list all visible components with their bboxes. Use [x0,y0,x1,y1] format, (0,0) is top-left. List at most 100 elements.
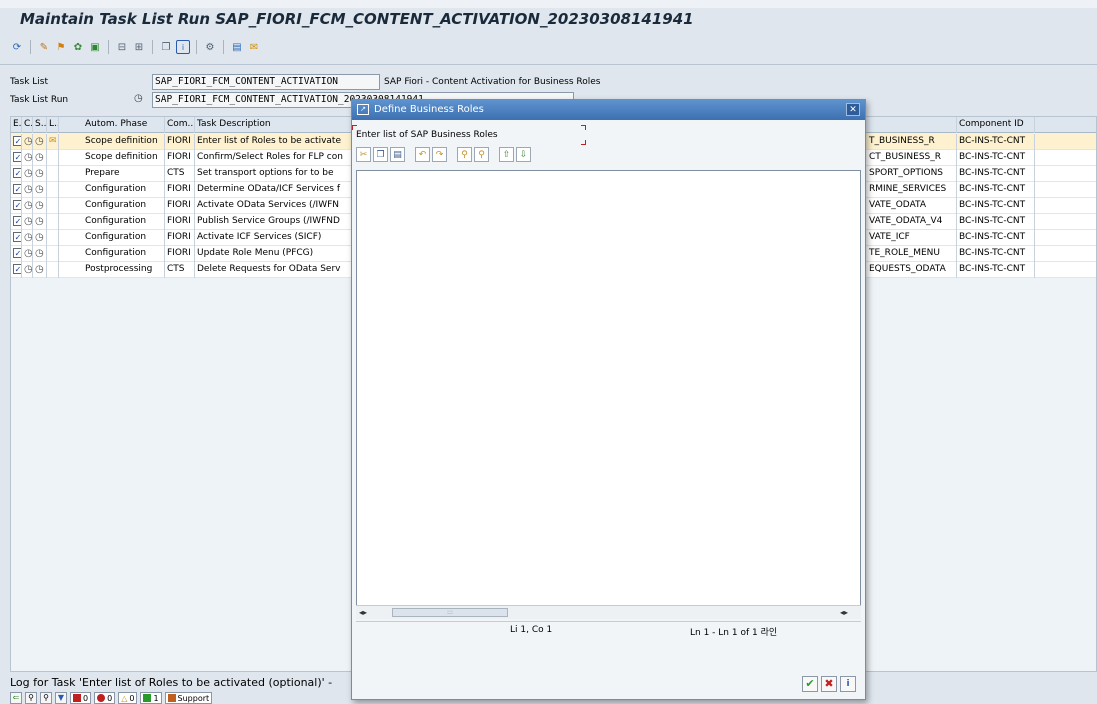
log-icon[interactable]: ✉ [247,40,261,54]
row-technical-name: VATE_ODATA [867,198,957,214]
info-button[interactable]: i [840,676,856,692]
row-description[interactable]: Determine OData/ICF Services f [195,182,353,198]
row-checkbox[interactable]: ✓ [11,150,22,166]
checkbox-checked-icon: ✓ [13,200,22,210]
find-icon[interactable]: ⚲ [457,147,472,162]
row-checkbox[interactable]: ✓ [11,134,22,150]
warning-count: 0 [129,693,135,703]
col-header-desc[interactable]: Task Description [195,117,353,133]
error-count: 0 [83,693,89,703]
col-header-component-id[interactable]: Component ID [957,117,1035,133]
row-description[interactable]: Confirm/Select Roles for FLP con [195,150,353,166]
row-description[interactable]: Activate ICF Services (SICF) [195,230,353,246]
horizontal-scrollbar[interactable]: ◂▸ ::: ◂▸ [356,605,861,619]
row-checkbox[interactable]: ✓ [11,182,22,198]
checkbox-checked-icon: ✓ [13,264,22,274]
row-component: FIORI [165,246,195,262]
close-icon[interactable]: ✕ [846,103,860,116]
clock-icon: ◷ [24,248,33,259]
col-header-comp[interactable]: Com... [165,117,195,133]
row-component-id: BC-INS-TC-CNT [957,230,1035,246]
row-log[interactable] [47,198,59,214]
roles-text-editor[interactable] [356,170,861,618]
col-header-tech [867,117,957,133]
row-phase: Configuration [83,214,165,230]
export-icon[interactable]: ⊟ [115,40,129,54]
dialog-title-bar[interactable]: ↗ Define Business Roles [352,100,865,120]
tools-icon[interactable]: ✿ [71,40,85,54]
row-log[interactable] [47,150,59,166]
stop-count: 0 [107,693,113,703]
row-log[interactable] [47,182,59,198]
row-phase: Configuration [83,230,165,246]
info-icon[interactable]: i [176,40,190,54]
refresh-icon[interactable]: ⟳ [10,40,24,54]
row-checkbox[interactable]: ✓ [11,214,22,230]
row-description[interactable]: Enter list of Roles to be activate [195,134,353,150]
row-checkbox[interactable]: ✓ [11,262,22,278]
row-log[interactable] [47,230,59,246]
row-description[interactable]: Set transport options for to be [195,166,353,182]
row-log[interactable] [47,166,59,182]
row-description[interactable]: Update Role Menu (PFCG) [195,246,353,262]
row-log[interactable] [47,262,59,278]
cancel-button[interactable]: ✖ [821,676,837,692]
find-next-icon[interactable]: ⚲ [474,147,489,162]
row-log[interactable]: ✉ [47,134,59,150]
row-description[interactable]: Activate OData Services (/IWFN [195,198,353,214]
toolbar-separator [152,40,153,54]
row-component-id: BC-INS-TC-CNT [957,134,1035,150]
scrollbar-thumb[interactable]: ::: [392,608,508,617]
paste-icon[interactable]: ▤ [390,147,405,162]
clock-icon: ◷ [24,184,33,195]
row-component: CTS [165,166,195,182]
line-count: Ln 1 - Ln 1 of 1 라인 [690,628,778,638]
filter-icon[interactable]: ▼ [55,692,67,704]
upload-icon[interactable]: ⇧ [499,147,514,162]
row-checkbox[interactable]: ✓ [11,198,22,214]
redo-icon[interactable]: ↷ [432,147,447,162]
error-count-badge[interactable]: 0 [70,692,92,704]
download-icon[interactable]: ⇩ [516,147,531,162]
find-icon[interactable]: ⚲ [25,692,37,704]
undo-icon[interactable]: ↶ [415,147,430,162]
col-header-phase[interactable]: Autom. Phase [83,117,165,133]
execute-icon[interactable]: ✎ [37,40,51,54]
row-status-s: ◷ [33,134,47,150]
dialog-window-icon: ↗ [357,104,369,115]
row-log[interactable] [47,214,59,230]
cut-icon[interactable]: ✂ [356,147,371,162]
copy-icon[interactable]: ❐ [159,40,173,54]
row-description[interactable]: Delete Requests for OData Serv [195,262,353,278]
row-checkbox[interactable]: ✓ [11,166,22,182]
col-header-l[interactable]: L... [47,117,59,133]
find-next-icon[interactable]: ⚲ [40,692,52,704]
import-icon[interactable]: ⊞ [132,40,146,54]
warning-count-badge[interactable]: △ 0 [118,692,138,704]
checkbox-checked-icon: ✓ [13,232,22,242]
accept-button[interactable]: ✔ [802,676,818,692]
display-icon[interactable]: ▤ [230,40,244,54]
settings-icon[interactable]: ⚙ [203,40,217,54]
row-log[interactable] [47,246,59,262]
col-header-s[interactable]: S... [33,117,47,133]
support-button[interactable]: Support [164,692,213,704]
clock-icon: ◷ [35,264,44,275]
col-header-c[interactable]: C... [22,117,33,133]
stop-count-badge[interactable]: 0 [94,692,116,704]
row-status-c: ◷ [22,182,33,198]
back-icon[interactable]: ⇐ [10,692,22,704]
scroll-left-icon[interactable]: ◂▸ [359,608,367,617]
task-list-field[interactable]: SAP_FIORI_FCM_CONTENT_ACTIVATION [152,74,380,90]
success-count-badge[interactable]: 1 [140,692,162,704]
step-icon[interactable]: ⚑ [54,40,68,54]
row-phase: Postprocessing [83,262,165,278]
row-checkbox[interactable]: ✓ [11,230,22,246]
row-status-c: ◷ [22,150,33,166]
monitor-icon[interactable]: ▣ [88,40,102,54]
row-description[interactable]: Publish Service Groups (/IWFND [195,214,353,230]
row-checkbox[interactable]: ✓ [11,246,22,262]
col-header-e[interactable]: E... [11,117,22,133]
scroll-right-icon[interactable]: ◂▸ [840,608,848,617]
copy-icon[interactable]: ❐ [373,147,388,162]
